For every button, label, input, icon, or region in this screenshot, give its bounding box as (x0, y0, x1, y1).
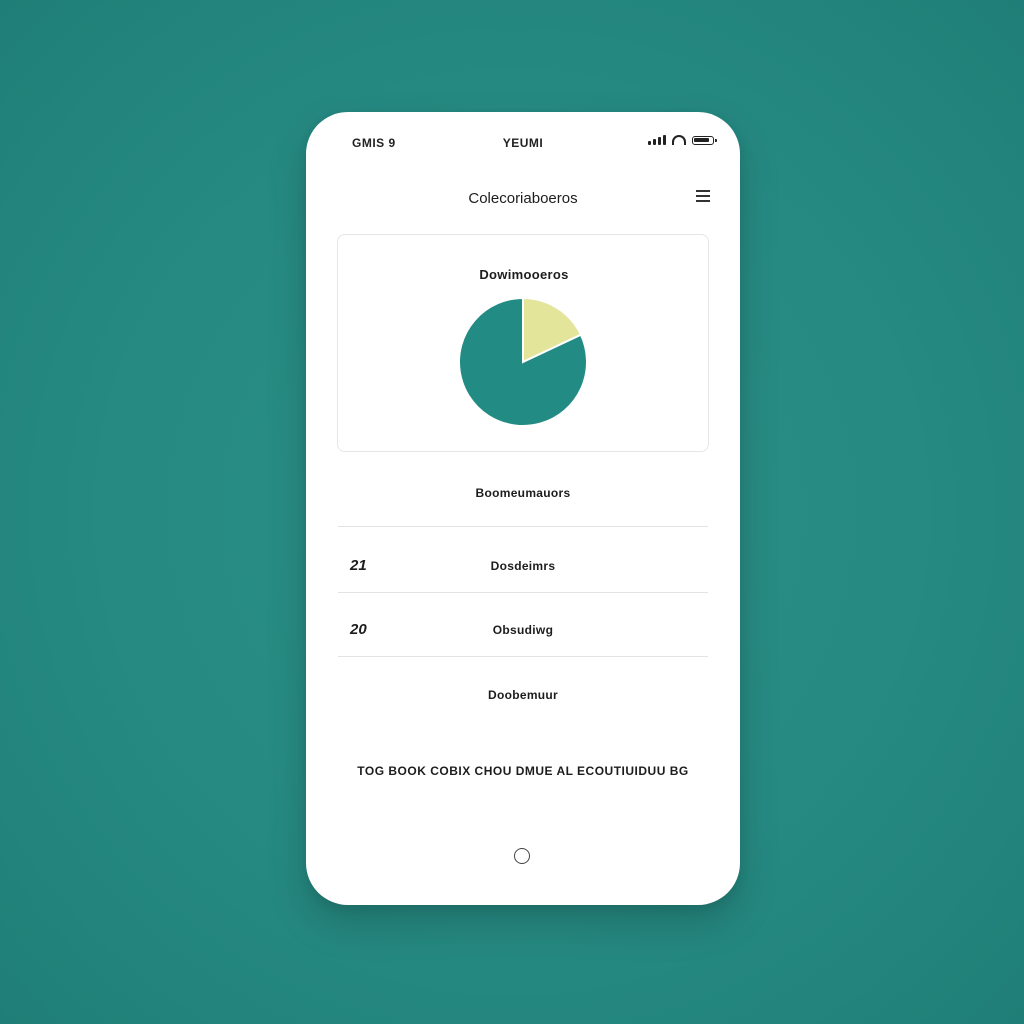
status-icons (648, 135, 717, 145)
footer-label: Doobemuur (487, 688, 559, 702)
wifi-icon (672, 135, 686, 145)
signal-icon (648, 135, 666, 145)
battery-icon (692, 135, 717, 145)
status-bar: GMIS 9 YEUMI (306, 112, 740, 172)
hamburger-menu-icon[interactable] (696, 190, 710, 204)
footer-note: TOG BOOK COBIX CHOU DMUE AL ECOUTIUIDUU … (357, 764, 689, 778)
list-row[interactable]: 21 Dosdeimrs (338, 534, 708, 598)
chart-title: Dowimooeros (479, 267, 569, 282)
home-button[interactable] (514, 848, 530, 864)
app-header: Colecoriaboeros (306, 182, 740, 216)
divider (338, 526, 708, 527)
page-title: Colecoriaboeros (468, 190, 578, 207)
pie-chart (458, 296, 588, 427)
row-label: Obsudiwg (492, 623, 554, 637)
divider (338, 656, 708, 657)
divider (338, 592, 708, 593)
row-label: Dosdeimrs (490, 559, 556, 573)
list-row[interactable]: 20 Obsudiwg (338, 598, 708, 662)
phone-frame: GMIS 9 YEUMI Colecoriaboeros Dowimooeros… (306, 112, 740, 905)
section-label: Boomeumauors (475, 486, 571, 500)
chart-card: Dowimooeros (337, 234, 709, 452)
